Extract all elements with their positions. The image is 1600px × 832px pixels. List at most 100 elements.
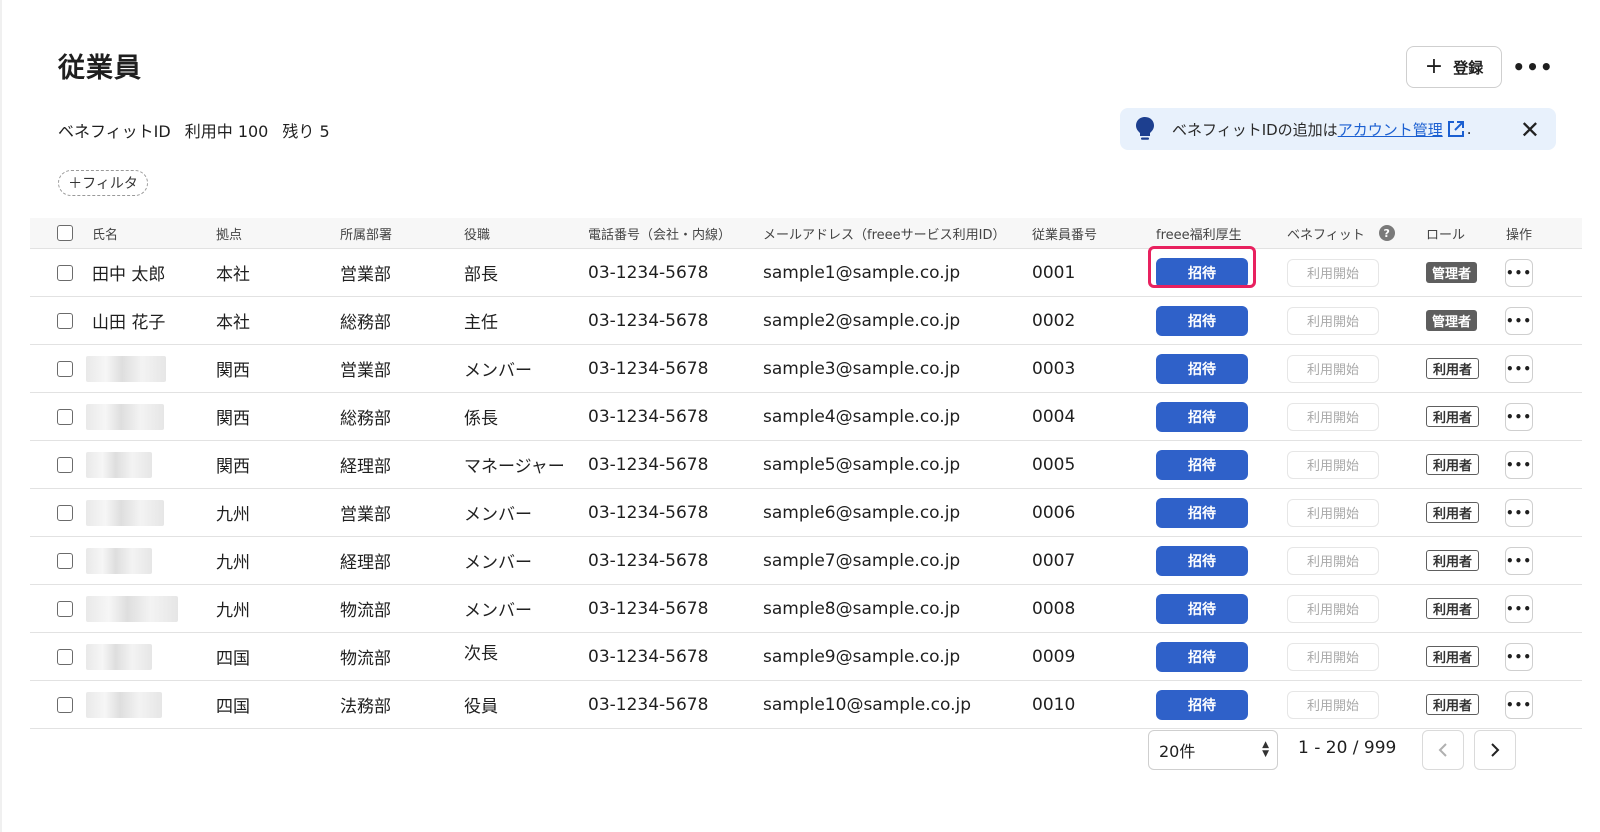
column-position[interactable]: 役職 [464,218,490,248]
employee-number: 0010 [1032,694,1076,715]
per-page-value: 20件 [1159,742,1196,761]
table-row[interactable]: 山田 花子 本社 総務部 主任 03-1234-5678 sample2@sam… [30,297,1582,345]
more-options-button[interactable]: ••• [1512,52,1552,82]
external-link-icon[interactable] [1447,120,1465,138]
table-row[interactable]: 九州 経理部 メンバー 03-1234-5678 sample7@sample.… [30,537,1582,585]
employee-dept: 総務部 [340,313,391,333]
row-checkbox[interactable] [57,456,73,473]
benefit-start-button: 利用開始 [1287,354,1379,383]
blurred-name [86,595,178,622]
usage-in-use: 利用中 100 [184,122,269,141]
employee-number: 0006 [1032,502,1076,523]
row-actions-button[interactable]: ••• [1505,498,1533,527]
row-actions-button[interactable]: ••• [1505,306,1533,335]
employee-name[interactable]: 山田 花子 [92,297,165,344]
invite-button[interactable]: 招待 [1156,689,1248,720]
invite-button[interactable]: 招待 [1156,353,1248,384]
row-actions-button[interactable]: ••• [1505,402,1533,431]
row-actions-button[interactable]: ••• [1505,450,1533,479]
row-checkbox[interactable] [57,408,73,425]
employee-base: 本社 [216,265,250,285]
column-dept[interactable]: 所属部署 [340,218,392,248]
table-row[interactable]: 四国 物流部 次長 03-1234-5678 sample9@sample.co… [30,633,1582,681]
invite-button[interactable]: 招待 [1156,401,1248,432]
filter-button[interactable]: ＋フィルタ [58,170,148,196]
column-ops: 操作 [1506,227,1533,243]
invite-button[interactable]: 招待 [1156,593,1248,624]
employee-number: 0008 [1032,598,1076,619]
employee-phone: 03-1234-5678 [588,550,709,571]
invite-button[interactable]: 招待 [1156,305,1248,336]
next-page-button[interactable] [1474,730,1516,770]
role-badge: 管理者 [1426,310,1478,331]
column-base[interactable]: 拠点 [216,218,242,248]
row-checkbox[interactable] [57,264,73,281]
role-badge: 利用者 [1426,646,1480,667]
column-emp-no[interactable]: 従業員番号 [1032,218,1097,248]
row-actions-button[interactable]: ••• [1505,354,1533,383]
select-all-checkbox[interactable] [57,225,73,241]
benefit-id-usage: ベネフィットID 利用中 100 残り 5 [58,118,330,142]
employee-base: 九州 [216,553,250,573]
blurred-name [86,403,164,430]
employee-name[interactable]: 田中 太郎 [92,249,165,296]
invite-button[interactable]: 招待 [1156,497,1248,528]
employee-phone: 03-1234-5678 [588,310,709,331]
plus-icon: + [1424,54,1444,79]
employee-base: 本社 [216,313,250,333]
row-actions-button[interactable]: ••• [1505,258,1533,287]
column-name[interactable]: 氏名 [92,218,118,248]
employee-email: sample10@sample.co.jp [763,694,972,715]
table-row[interactable]: 九州 物流部 メンバー 03-1234-5678 sample8@sample.… [30,585,1582,633]
column-email[interactable]: メールアドレス（freeeサービス利用ID） [763,218,1005,248]
prev-page-button[interactable] [1422,730,1464,770]
employee-position: マネージャー [464,457,565,477]
role-badge: 利用者 [1426,358,1480,379]
row-checkbox[interactable] [57,360,73,377]
close-icon[interactable]: ✕ [1520,116,1540,144]
employee-dept: 法務部 [340,697,391,717]
invite-button[interactable]: 招待 [1156,257,1248,288]
row-checkbox[interactable] [57,504,73,521]
row-actions-button[interactable]: ••• [1505,642,1533,671]
per-page-select[interactable]: 20件 ▲ ▼ [1148,730,1278,770]
table-row[interactable]: 四国 法務部 役員 03-1234-5678 sample10@sample.c… [30,681,1582,729]
account-management-link[interactable]: アカウント管理 [1338,119,1443,140]
employee-email: sample7@sample.co.jp [763,550,961,571]
employee-base: 四国 [216,649,250,669]
chevron-left-icon [1438,743,1447,757]
row-actions-button[interactable]: ••• [1505,690,1533,719]
row-checkbox[interactable] [57,600,73,617]
table-row[interactable]: 関西 営業部 メンバー 03-1234-5678 sample3@sample.… [30,345,1582,393]
table-body: 田中 太郎 本社 営業部 部長 03-1234-5678 sample1@sam… [30,249,1582,729]
invite-button[interactable]: 招待 [1156,641,1248,672]
invite-button[interactable]: 招待 [1156,545,1248,576]
employee-dept: 営業部 [340,265,391,285]
lightbulb-icon [1136,117,1154,140]
table-row[interactable]: 田中 太郎 本社 営業部 部長 03-1234-5678 sample1@sam… [30,249,1582,297]
row-actions-button[interactable]: ••• [1505,594,1533,623]
table-row[interactable]: 九州 営業部 メンバー 03-1234-5678 sample6@sample.… [30,489,1582,537]
info-notice: ベネフィットIDの追加は アカウント管理 . ✕ [1120,108,1556,150]
employee-number: 0002 [1032,310,1076,331]
role-badge: 利用者 [1426,550,1480,571]
invite-button[interactable]: 招待 [1156,449,1248,480]
column-phone[interactable]: 電話番号（会社・内線） [588,218,731,248]
row-checkbox[interactable] [57,552,73,569]
help-icon[interactable]: ? [1378,225,1395,241]
row-actions-button[interactable]: ••• [1505,546,1533,575]
role-badge: 利用者 [1426,694,1480,715]
employee-position: 主任 [464,313,498,333]
blurred-name [86,691,162,718]
register-button[interactable]: + 登録 [1406,46,1502,88]
employee-base: 九州 [216,505,250,525]
row-checkbox[interactable] [57,696,73,713]
employee-email: sample3@sample.co.jp [763,358,961,379]
row-checkbox[interactable] [57,648,73,665]
table-row[interactable]: 関西 総務部 係長 03-1234-5678 sample4@sample.co… [30,393,1582,441]
table-row[interactable]: 関西 経理部 マネージャー 03-1234-5678 sample5@sampl… [30,441,1582,489]
blurred-name [86,547,152,574]
role-badge: 利用者 [1426,454,1480,475]
row-checkbox[interactable] [57,312,73,329]
blurred-name [86,451,152,478]
